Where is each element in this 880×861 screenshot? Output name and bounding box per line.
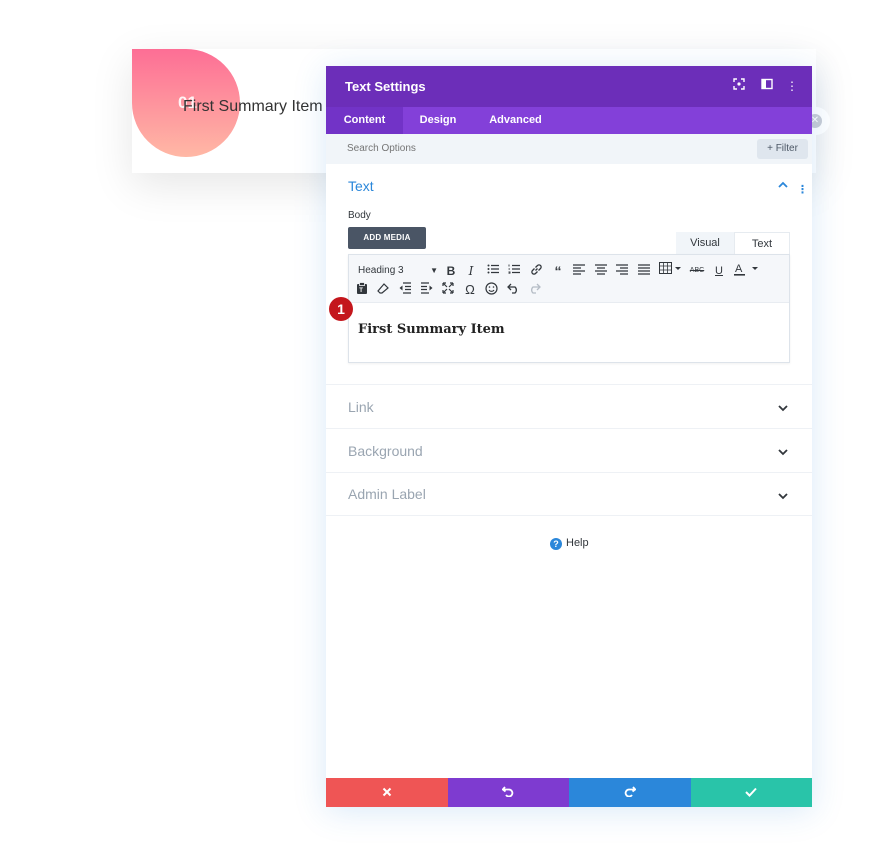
section-divider [326,515,812,516]
indent-icon[interactable] [419,282,435,298]
help-label: Help [566,537,589,549]
section-divider [326,384,812,385]
text-settings-modal: Text Settings ⋮ Content Design Advanced … [326,66,812,807]
section-divider [326,472,812,473]
blockquote-icon[interactable]: “ [550,263,566,279]
modal-footer [326,778,812,807]
chevron-up-icon[interactable] [778,180,788,192]
dropdown-arrow-icon: ▼ [430,266,438,275]
check-icon [745,787,757,797]
svg-text:T: T [359,288,363,294]
clear-format-icon[interactable] [375,282,391,298]
modal-header: Text Settings ⋮ [326,66,812,107]
tab-advanced[interactable]: Advanced [473,107,558,134]
save-button[interactable] [690,778,812,807]
section-title-background[interactable]: Background [348,443,423,459]
numbered-list-icon[interactable] [506,263,522,279]
table-icon[interactable] [658,262,684,278]
bullet-list-icon[interactable] [485,263,501,279]
split-view-icon[interactable] [759,78,775,94]
link-icon[interactable] [528,263,544,279]
align-justify-icon[interactable] [636,263,652,279]
redo-button[interactable] [569,778,691,807]
editor-toolbar: Heading 3 ▼ B I “ ABC U A T Ω [349,255,789,303]
chevron-down-icon[interactable] [778,403,788,415]
help-link[interactable]: ? Help [550,537,589,550]
section-title-text[interactable]: Text [348,178,374,194]
align-left-icon[interactable] [571,263,587,279]
text-color-icon[interactable]: A [732,262,762,278]
editor-tab-text[interactable]: Text [734,232,790,254]
underline-icon[interactable]: U [711,263,727,279]
chevron-down-icon[interactable] [778,491,788,503]
body-label: Body [348,210,371,221]
outdent-icon[interactable] [397,282,413,298]
editor-tab-visual[interactable]: Visual [676,232,734,254]
tab-content[interactable]: Content [326,107,403,134]
modal-tabs: Content Design Advanced [326,107,812,134]
fullscreen-icon[interactable] [440,282,456,298]
tab-design[interactable]: Design [403,107,473,134]
paste-text-icon[interactable]: T [354,282,370,298]
focus-icon[interactable] [731,78,747,94]
align-right-icon[interactable] [614,263,630,279]
step-number-badge: 1 [329,297,353,321]
undo-button[interactable] [447,778,569,807]
heading-select-value: Heading 3 [358,265,404,276]
undo-icon [501,786,514,798]
bold-icon[interactable]: B [443,263,459,279]
special-character-icon[interactable]: Ω [462,282,478,298]
undo-icon[interactable] [505,282,521,298]
section-title-link[interactable]: Link [348,399,374,415]
help-icon: ? [550,538,562,550]
heading-format-select[interactable]: Heading 3 ▼ [358,263,438,279]
redo-icon [624,786,637,798]
svg-text:A: A [735,263,743,275]
modal-title: Text Settings [345,79,426,94]
chevron-down-icon[interactable] [778,447,788,459]
align-center-icon[interactable] [593,263,609,279]
rich-text-editor: Heading 3 ▼ B I “ ABC U A T Ω First Summ… [348,254,790,363]
search-options-input[interactable] [347,143,647,154]
strikethrough-icon[interactable]: ABC [689,263,705,279]
add-media-button[interactable]: ADD MEDIA [348,227,426,249]
editor-heading-text[interactable]: First Summary Item [358,322,505,337]
section-title-admin-label[interactable]: Admin Label [348,486,426,502]
section-divider [326,428,812,429]
discard-button[interactable] [326,778,448,807]
more-vertical-icon[interactable]: ⋮ [784,78,800,94]
section-more-icon[interactable]: ⋮ [797,183,808,196]
emoticons-icon[interactable] [483,282,499,298]
italic-icon[interactable]: I [463,263,479,279]
redo-icon[interactable] [526,282,542,298]
search-bar: + Filter [326,134,812,164]
module-text: First Summary Item [183,98,323,115]
page: 01 First Summary Item ✕ Text Settings ⋮ … [0,0,880,861]
close-icon [382,787,391,797]
filter-button[interactable]: + Filter [757,139,808,159]
